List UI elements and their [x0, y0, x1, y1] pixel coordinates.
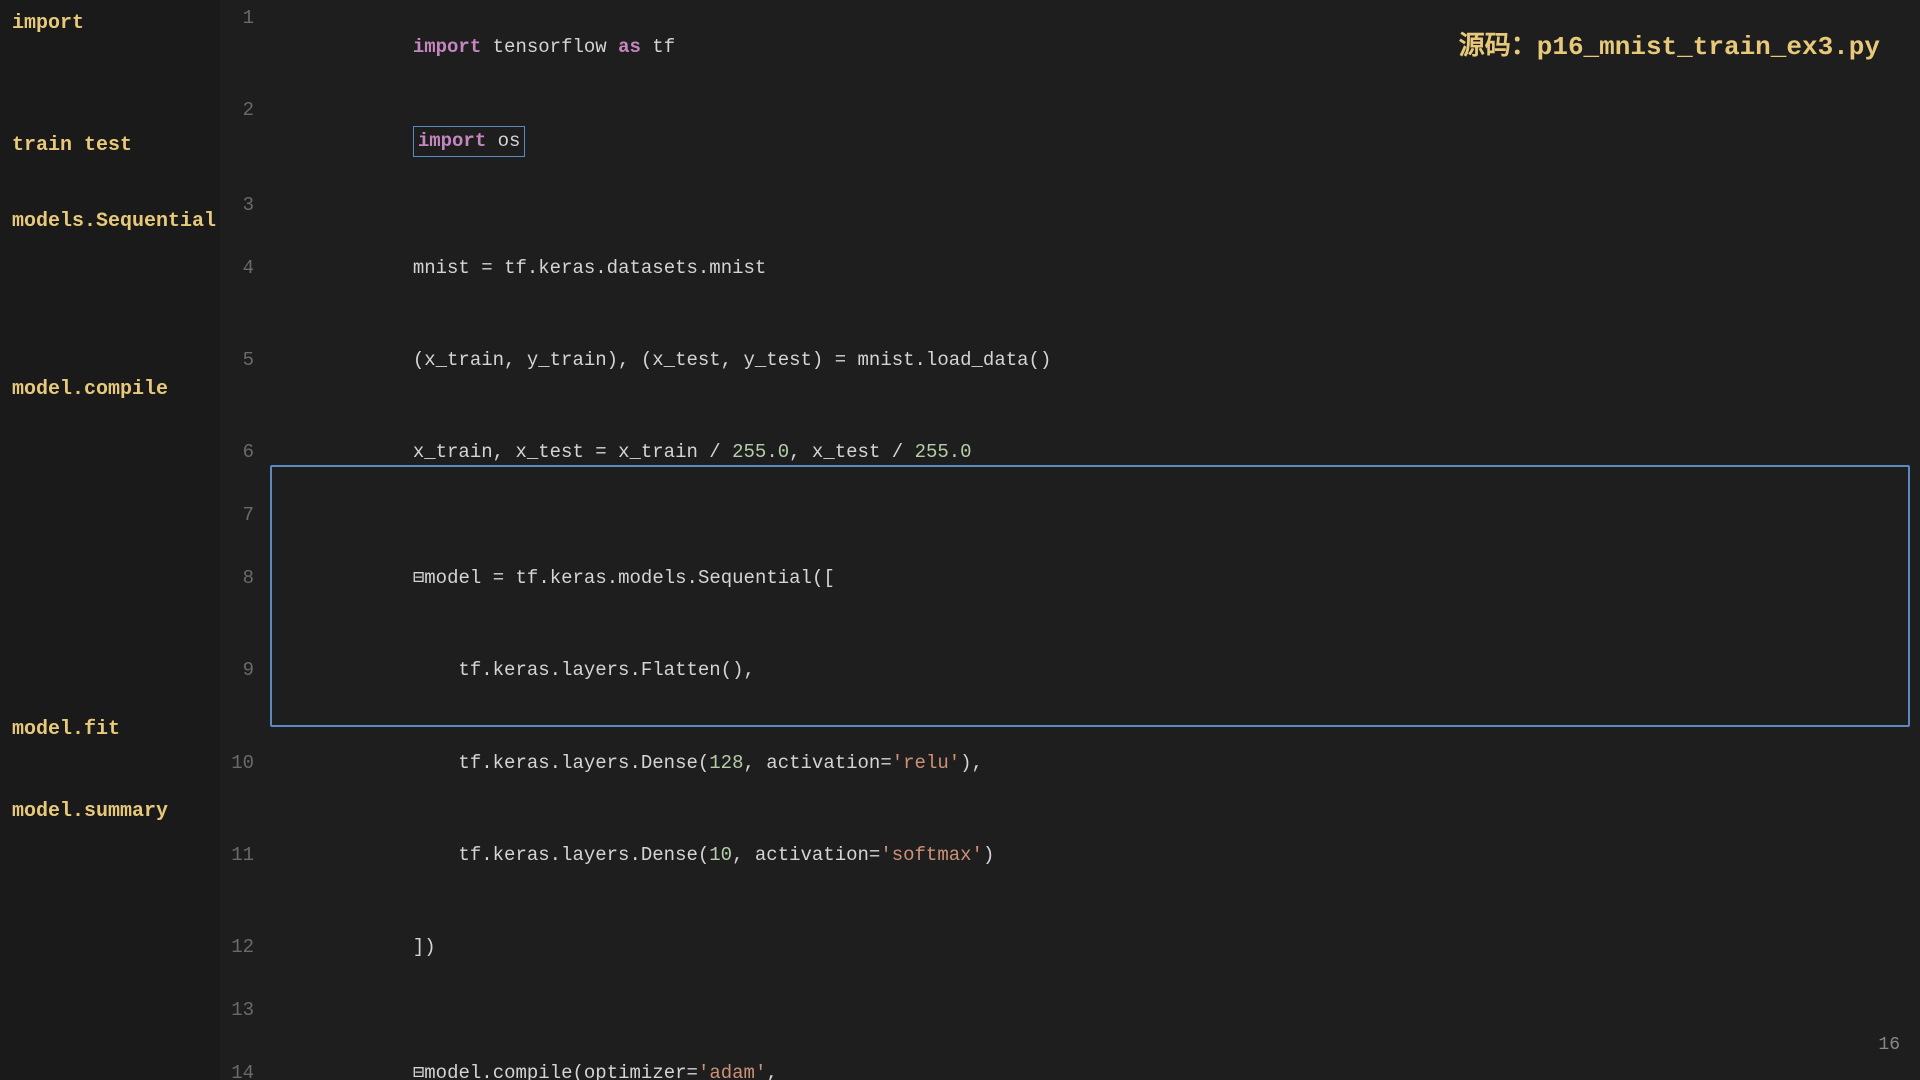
- line-num-6: 6: [220, 405, 270, 497]
- code-area: 源码：p16_mnist_train_ex3.py 16 1 import te…: [220, 0, 1920, 1080]
- code-content-13: [270, 992, 1920, 1025]
- sidebar-label-summary: model.summary: [0, 800, 220, 823]
- line-num-1: 1: [220, 0, 270, 92]
- sidebar-label-sequential: models.Sequential: [0, 210, 220, 233]
- line-num-7: 7: [220, 497, 270, 530]
- line-num-2: 2: [220, 92, 270, 186]
- sidebar-label-train-test: train test: [0, 134, 220, 157]
- line-num-11: 11: [220, 807, 270, 899]
- code-line-13: 13: [220, 992, 1920, 1025]
- line-num-10: 10: [220, 715, 270, 807]
- page-number: 16: [1878, 1035, 1900, 1055]
- line-num-5: 5: [220, 312, 270, 404]
- code-table: 1 import tensorflow as tf 2 import os 3: [220, 0, 1920, 1080]
- code-content-14: ⊟model.compile(optimizer='adam',: [270, 1025, 1920, 1080]
- code-content-12: ]): [270, 900, 1920, 992]
- watermark: 源码：p16_mnist_train_ex3.py: [1459, 25, 1880, 62]
- sidebar: import train test models.Sequential mode…: [0, 0, 220, 1080]
- line-num-12: 12: [220, 900, 270, 992]
- code-line-2: 2 import os: [220, 92, 1920, 186]
- code-content-6: x_train, x_test = x_train / 255.0, x_tes…: [270, 405, 1920, 497]
- code-line-4: 4 mnist = tf.keras.datasets.mnist: [220, 220, 1920, 312]
- line-num-14: 14: [220, 1025, 270, 1080]
- code-line-9: 9 tf.keras.layers.Flatten(),: [220, 623, 1920, 715]
- code-content-4: mnist = tf.keras.datasets.mnist: [270, 220, 1920, 312]
- line-num-3: 3: [220, 187, 270, 220]
- sidebar-label-compile: model.compile: [0, 378, 220, 401]
- code-content-11: tf.keras.layers.Dense(10, activation='so…: [270, 807, 1920, 899]
- sidebar-label-fit: model.fit: [0, 718, 220, 741]
- code-line-6: 6 x_train, x_test = x_train / 255.0, x_t…: [220, 405, 1920, 497]
- code-content-5: (x_train, y_train), (x_test, y_test) = m…: [270, 312, 1920, 404]
- code-line-5: 5 (x_train, y_train), (x_test, y_test) =…: [220, 312, 1920, 404]
- code-content-9: tf.keras.layers.Flatten(),: [270, 623, 1920, 715]
- line-num-8: 8: [220, 530, 270, 622]
- line-num-13: 13: [220, 992, 270, 1025]
- code-line-12: 12 ]): [220, 900, 1920, 992]
- code-content-3: [270, 187, 1920, 220]
- code-line-14: 14 ⊟model.compile(optimizer='adam',: [220, 1025, 1920, 1080]
- sidebar-label-import: import: [0, 0, 220, 47]
- line-num-9: 9: [220, 623, 270, 715]
- code-content-8: ⊟model = tf.keras.models.Sequential([: [270, 530, 1920, 622]
- code-line-8: 8 ⊟model = tf.keras.models.Sequential([: [220, 530, 1920, 622]
- line-num-4: 4: [220, 220, 270, 312]
- code-line-10: 10 tf.keras.layers.Dense(128, activation…: [220, 715, 1920, 807]
- code-content-10: tf.keras.layers.Dense(128, activation='r…: [270, 715, 1920, 807]
- code-content-7: [270, 497, 1920, 530]
- code-line-3: 3: [220, 187, 1920, 220]
- code-line-11: 11 tf.keras.layers.Dense(10, activation=…: [220, 807, 1920, 899]
- code-content-2: import os: [270, 92, 1920, 186]
- code-line-7: 7: [220, 497, 1920, 530]
